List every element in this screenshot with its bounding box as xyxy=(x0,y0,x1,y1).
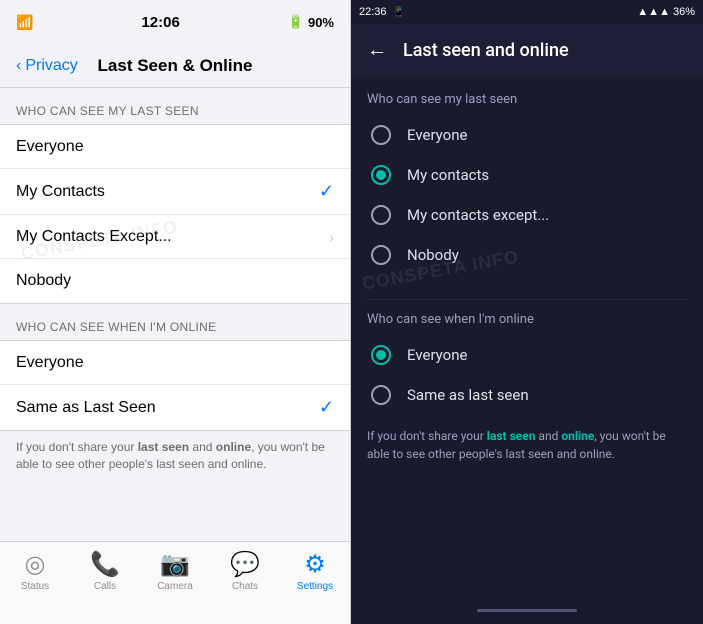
android-option-nobody[interactable]: Nobody xyxy=(367,235,687,275)
android-battery: 36% xyxy=(673,6,695,18)
ios-online-everyone-label: Everyone xyxy=(16,354,84,372)
ios-online-same-label: Same as Last Seen xyxy=(16,399,156,417)
ios-tab-chats-label: Chats xyxy=(232,581,258,592)
android-option-my-contacts-label: My contacts xyxy=(407,166,489,184)
battery-level: 90% xyxy=(308,15,334,30)
ios-option-everyone-label: Everyone xyxy=(16,138,84,156)
ios-checkmark-my-contacts: ✓ xyxy=(319,181,334,202)
ios-option-my-contacts[interactable]: My Contacts ✓ xyxy=(0,169,350,215)
camera-icon: 📷 xyxy=(160,550,190,579)
android-radio-everyone xyxy=(371,125,391,145)
android-status-bar: 22:36 📱 ▲▲▲ 36% xyxy=(351,0,703,24)
android-online-everyone-label: Everyone xyxy=(407,346,467,364)
android-info-text: If you don't share your last seen and on… xyxy=(367,427,687,463)
android-radio-inner-online-everyone xyxy=(376,350,386,360)
android-info-bold-last-seen: last seen xyxy=(487,429,536,443)
ios-tab-settings[interactable]: ⚙ Settings xyxy=(290,550,340,592)
ios-online-option-everyone[interactable]: Everyone xyxy=(0,341,350,385)
android-content: Who can see my last seen Everyone My con… xyxy=(351,76,703,596)
ios-status-left: 📶 xyxy=(16,14,33,31)
android-radio-inner-my-contacts xyxy=(376,170,386,180)
android-radio-online-everyone xyxy=(371,345,391,365)
status-icon: ◎ xyxy=(25,550,46,579)
ios-option-my-contacts-except[interactable]: My Contacts Except... › xyxy=(0,215,350,259)
android-home-indicator xyxy=(351,596,703,624)
android-option-my-contacts-except-label: My contacts except... xyxy=(407,206,549,224)
android-option-my-contacts[interactable]: My contacts xyxy=(367,155,687,195)
android-back-button[interactable]: ← xyxy=(367,39,387,62)
ios-option-my-contacts-except-label: My Contacts Except... xyxy=(16,228,172,246)
ios-tab-chats[interactable]: 💬 Chats xyxy=(220,550,270,592)
android-divider xyxy=(367,299,687,300)
android-signal-icon: ▲▲▲ xyxy=(637,6,670,18)
ios-online-section-label: WHO CAN SEE WHEN I'M ONLINE xyxy=(0,304,350,340)
android-panel: CONSⱣETA INFO 22:36 📱 ▲▲▲ 36% ← Last see… xyxy=(351,0,703,624)
android-radio-same xyxy=(371,385,391,405)
android-option-my-contacts-except[interactable]: My contacts except... xyxy=(367,195,687,235)
ios-online-list: Everyone Same as Last Seen ✓ xyxy=(0,340,350,431)
wifi-icon: 📶 xyxy=(16,14,33,31)
ios-back-button[interactable]: ‹ Privacy xyxy=(16,57,78,75)
settings-icon: ⚙ xyxy=(304,550,326,579)
ios-last-seen-list: Everyone My Contacts ✓ My Contacts Excep… xyxy=(0,124,350,304)
battery-icon: 🔋 xyxy=(288,14,304,30)
ios-option-nobody[interactable]: Nobody xyxy=(0,259,350,303)
android-option-everyone[interactable]: Everyone xyxy=(367,115,687,155)
ios-option-my-contacts-label: My Contacts xyxy=(16,183,105,201)
ios-option-nobody-label: Nobody xyxy=(16,272,71,290)
ios-info-text: If you don't share your last seen and on… xyxy=(0,431,350,489)
ios-tab-camera[interactable]: 📷 Camera xyxy=(150,550,200,592)
chevron-left-icon: ‹ xyxy=(16,57,21,75)
android-status-right: ▲▲▲ 36% xyxy=(637,6,695,18)
ios-info-bold-online: online xyxy=(216,440,251,454)
android-online-section-label: Who can see when I'm online xyxy=(367,312,687,327)
ios-last-seen-section-label: WHO CAN SEE MY LAST SEEN xyxy=(0,88,350,124)
ios-tab-settings-label: Settings xyxy=(297,581,333,592)
chats-icon: 💬 xyxy=(230,550,260,579)
ios-nav-title: Last Seen & Online xyxy=(98,56,253,76)
ios-tab-calls-label: Calls xyxy=(94,581,116,592)
android-online-same-label: Same as last seen xyxy=(407,386,529,404)
android-online-option-everyone[interactable]: Everyone xyxy=(367,335,687,375)
ios-tab-status[interactable]: ◎ Status xyxy=(10,550,60,592)
android-radio-my-contacts xyxy=(371,165,391,185)
android-time: 22:36 xyxy=(359,6,387,18)
ios-tab-calls[interactable]: 📞 Calls xyxy=(80,550,130,592)
android-toolbar-title: Last seen and online xyxy=(403,40,569,61)
android-option-everyone-label: Everyone xyxy=(407,126,467,144)
ios-chevron-right-icon: › xyxy=(329,229,334,245)
ios-tab-bar: ◎ Status 📞 Calls 📷 Camera 💬 Chats ⚙ Sett… xyxy=(0,541,350,624)
ios-time: 12:06 xyxy=(141,14,179,31)
ios-panel: CONSⱣETA INFO 📶 12:06 🔋 90% ‹ Privacy La… xyxy=(0,0,351,624)
phone-icon: 📱 xyxy=(393,7,405,18)
ios-info-bold-last-seen: last seen xyxy=(138,440,189,454)
android-info-bold-online: online xyxy=(561,429,594,443)
android-status-left: 22:36 📱 xyxy=(359,6,405,18)
calls-icon: 📞 xyxy=(90,550,120,579)
ios-option-everyone[interactable]: Everyone xyxy=(0,125,350,169)
android-home-bar xyxy=(477,609,577,612)
ios-status-right: 🔋 90% xyxy=(288,14,334,30)
android-radio-nobody xyxy=(371,245,391,265)
android-last-seen-section-label: Who can see my last seen xyxy=(367,92,687,107)
ios-status-bar: 📶 12:06 🔋 90% xyxy=(0,0,350,44)
android-radio-my-contacts-except xyxy=(371,205,391,225)
ios-nav-bar: ‹ Privacy Last Seen & Online xyxy=(0,44,350,88)
android-toolbar: ← Last seen and online xyxy=(351,24,703,76)
ios-back-label: Privacy xyxy=(25,57,77,75)
ios-tab-camera-label: Camera xyxy=(157,581,193,592)
android-option-nobody-label: Nobody xyxy=(407,246,459,264)
ios-tab-status-label: Status xyxy=(21,581,49,592)
ios-online-option-same-as-last-seen[interactable]: Same as Last Seen ✓ xyxy=(0,385,350,430)
android-online-option-same[interactable]: Same as last seen xyxy=(367,375,687,415)
ios-checkmark-same: ✓ xyxy=(319,397,334,418)
